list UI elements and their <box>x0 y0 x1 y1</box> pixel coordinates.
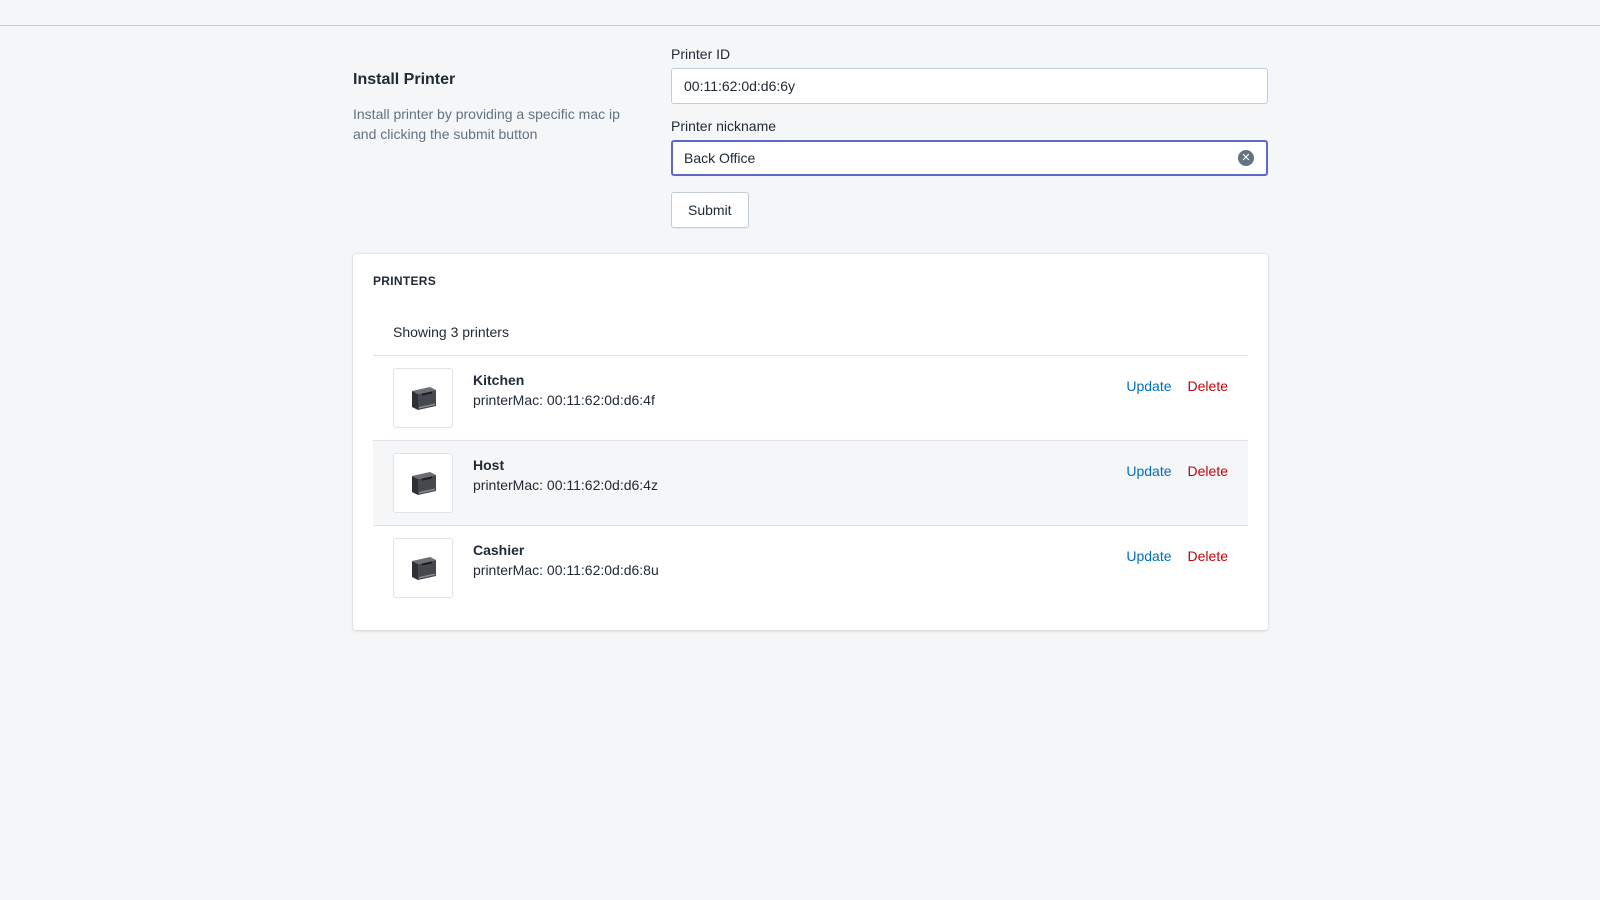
printer-icon <box>412 387 436 410</box>
printer-name: Cashier <box>473 542 525 558</box>
clear-icon[interactable]: ✕ <box>1238 150 1254 166</box>
printers-heading: PRINTERS <box>373 274 437 288</box>
item-actions: Update Delete <box>1126 378 1228 394</box>
delete-link[interactable]: Delete <box>1188 378 1228 394</box>
printer-thumbnail <box>393 453 453 513</box>
printer-id-label: Printer ID <box>671 46 731 62</box>
install-annotation: Install Printer Install printer by provi… <box>353 68 633 144</box>
item-actions: Update Delete <box>1126 463 1228 479</box>
printers-card: PRINTERS Showing 3 printers Kitchen prin… <box>353 254 1268 630</box>
item-text: Cashier printerMac: 00:11:62:0d:d6:8u <box>473 540 659 580</box>
printer-mac: printerMac: 00:11:62:0d:d6:4z <box>473 477 658 493</box>
printer-icon <box>412 557 436 580</box>
printer-id-field[interactable] <box>671 68 1268 104</box>
nickname-field[interactable]: ✕ <box>671 140 1268 176</box>
install-description: Install printer by providing a specific … <box>353 106 620 142</box>
nickname-label: Printer nickname <box>671 118 777 134</box>
submit-button[interactable]: Submit <box>671 192 749 228</box>
install-printer-form: Printer ID Printer nickname ✕ Submit <box>671 44 1268 228</box>
list-item[interactable]: Cashier printerMac: 00:11:62:0d:d6:8u Up… <box>373 526 1248 611</box>
update-link[interactable]: Update <box>1126 378 1171 394</box>
delete-link[interactable]: Delete <box>1188 548 1228 564</box>
list-count: Showing 3 printers <box>373 308 1248 356</box>
printer-id-input[interactable] <box>684 78 1255 94</box>
printer-name: Kitchen <box>473 372 525 388</box>
list-item[interactable]: Kitchen printerMac: 00:11:62:0d:d6:4f Up… <box>373 356 1248 441</box>
printer-id-group: Printer ID <box>671 44 1268 104</box>
delete-link[interactable]: Delete <box>1188 463 1228 479</box>
printer-name: Host <box>473 457 505 473</box>
printer-mac: printerMac: 00:11:62:0d:d6:4f <box>473 392 655 408</box>
update-link[interactable]: Update <box>1126 548 1171 564</box>
nickname-group: Printer nickname ✕ <box>671 116 1268 176</box>
printer-icon <box>412 472 436 495</box>
update-link[interactable]: Update <box>1126 463 1171 479</box>
list-item[interactable]: Host printerMac: 00:11:62:0d:d6:4z Updat… <box>373 441 1248 526</box>
nickname-input[interactable] <box>684 150 1255 166</box>
printer-thumbnail <box>393 368 453 428</box>
printer-thumbnail <box>393 538 453 598</box>
printer-mac: printerMac: 00:11:62:0d:d6:8u <box>473 562 659 578</box>
top-bar <box>0 0 1600 26</box>
printer-list: Showing 3 printers Kitchen printerMac: 0… <box>373 308 1248 611</box>
install-title: Install Printer <box>353 71 456 88</box>
item-text: Host printerMac: 00:11:62:0d:d6:4z <box>473 455 658 495</box>
item-actions: Update Delete <box>1126 548 1228 564</box>
item-text: Kitchen printerMac: 00:11:62:0d:d6:4f <box>473 370 655 410</box>
